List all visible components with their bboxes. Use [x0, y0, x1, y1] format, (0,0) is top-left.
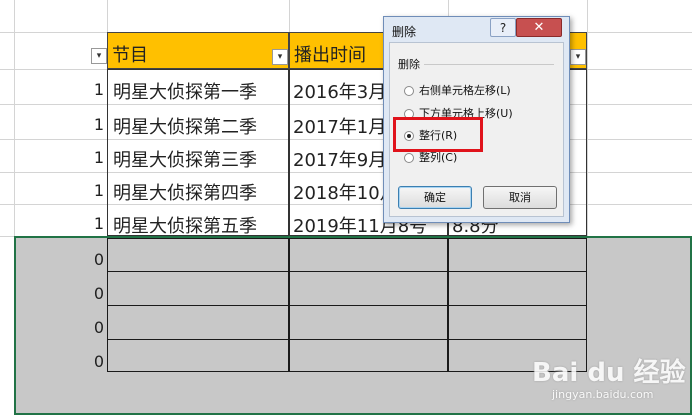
- group-label: 删除: [398, 58, 420, 71]
- header-cell-program[interactable]: 节目 ▾: [107, 32, 289, 69]
- row-count-cell[interactable]: 0: [64, 352, 104, 371]
- header-label: 播出时间: [294, 45, 366, 66]
- row-count-cell[interactable]: 0: [64, 284, 104, 303]
- program-cell[interactable]: 明星大侦探第三季: [113, 146, 257, 172]
- option-label: 整列(C): [419, 151, 458, 164]
- ok-button[interactable]: 确定: [398, 186, 472, 209]
- filter-dropdown-icon[interactable]: ▾: [272, 49, 288, 65]
- row-count-cell[interactable]: 0: [64, 250, 104, 269]
- cancel-button[interactable]: 取消: [483, 186, 557, 209]
- airtime-cell[interactable]: 2017年1月: [293, 113, 386, 139]
- option-shift-left[interactable]: 右侧单元格左移(L): [404, 82, 511, 98]
- program-cell[interactable]: 明星大侦探第四季: [113, 179, 257, 205]
- row-count-cell[interactable]: 1: [64, 148, 104, 167]
- row-border: [107, 271, 587, 272]
- close-button[interactable]: ✕: [516, 18, 562, 37]
- row-count-cell[interactable]: 1: [64, 181, 104, 200]
- dialog-title: 删除: [392, 25, 417, 39]
- radio-icon[interactable]: [404, 153, 414, 163]
- row-count-cell[interactable]: 0: [64, 318, 104, 337]
- row-count-cell[interactable]: 1: [64, 80, 104, 99]
- row-count-cell[interactable]: 1: [64, 214, 104, 233]
- program-cell[interactable]: 明星大侦探第一季: [113, 78, 257, 104]
- highlight-box: [393, 117, 483, 152]
- group-divider: [424, 64, 554, 65]
- option-label: 右侧单元格左移(L): [419, 84, 511, 97]
- program-cell[interactable]: 明星大侦探第二季: [113, 113, 257, 139]
- row-border: [107, 305, 587, 306]
- airtime-cell[interactable]: 2016年3月: [293, 78, 386, 104]
- watermark-logo: Bai du 经验: [532, 358, 686, 388]
- help-button[interactable]: ?: [490, 18, 516, 37]
- filter-dropdown-icon[interactable]: ▾: [91, 48, 107, 64]
- airtime-cell[interactable]: 2017年9月: [293, 146, 386, 172]
- airtime-cell[interactable]: 2018年10月: [293, 179, 398, 205]
- watermark-url: jingyan.baidu.com: [552, 388, 654, 401]
- program-cell[interactable]: 明星大侦探第五季: [113, 212, 257, 238]
- row-count-cell[interactable]: 1: [64, 115, 104, 134]
- radio-icon[interactable]: [404, 86, 414, 96]
- header-label: 节目: [112, 45, 148, 66]
- row-border: [107, 339, 587, 340]
- header-cell-a[interactable]: ▾: [14, 32, 107, 69]
- filter-dropdown-icon[interactable]: ▾: [570, 49, 586, 65]
